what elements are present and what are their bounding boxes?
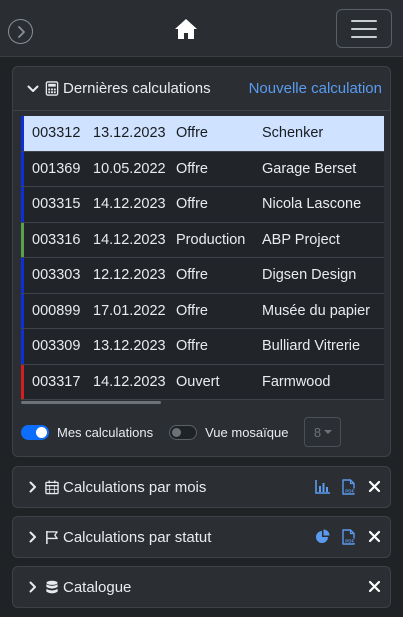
table-row[interactable]: 003303 12.12.2023 Offre Digsen Design <box>21 258 384 294</box>
panel-title: Calculations par statut <box>63 528 212 546</box>
calculation-number: 003303 <box>32 267 81 284</box>
home-icon[interactable] <box>174 18 198 40</box>
collapsed-panel-header[interactable]: Calculations par mois PDF <box>13 467 390 507</box>
calculation-date: 10.05.2022 <box>93 160 166 177</box>
status-indicator <box>21 258 24 293</box>
calculation-number: 003309 <box>32 338 81 355</box>
pdf-icon[interactable]: PDF <box>341 479 357 495</box>
calculation-number: 003316 <box>32 231 81 248</box>
hamburger-icon <box>351 19 377 22</box>
panel-title: Calculations par mois <box>63 478 207 496</box>
close-icon[interactable] <box>367 479 382 495</box>
panel-footer: Mes calculations Vue mosaïque 8 <box>21 417 384 447</box>
calculation-client: Digsen Design <box>262 267 357 284</box>
menu-toggle-button[interactable] <box>336 9 392 48</box>
flag-icon <box>46 530 58 544</box>
svg-text:PDF: PDF <box>345 539 354 544</box>
collapsed-panel: Catalogue <box>12 566 391 608</box>
svg-text:PDF: PDF <box>345 489 354 494</box>
table-row[interactable]: 003316 14.12.2023 Production ABP Project <box>21 222 384 258</box>
calculation-type: Offre <box>176 196 208 213</box>
pie-chart-icon[interactable] <box>315 529 331 545</box>
calculation-type: Production <box>176 231 246 248</box>
status-indicator <box>21 187 24 222</box>
panel-title: Catalogue <box>63 578 132 596</box>
calculation-number: 001369 <box>32 160 81 177</box>
calculation-client: ABP Project <box>262 231 340 248</box>
calculation-client: Garage Berset <box>262 160 357 177</box>
status-indicator <box>21 293 24 328</box>
status-indicator <box>21 329 24 364</box>
panel-actions: PDF <box>315 479 382 495</box>
top-navbar <box>0 0 403 57</box>
page-size-value: 8 <box>313 424 322 440</box>
pdf-icon[interactable]: PDF <box>341 529 357 545</box>
calculation-client: Bulliard Vitrerie <box>262 338 361 355</box>
calculation-date: 13.12.2023 <box>93 125 166 142</box>
status-indicator <box>21 364 24 399</box>
latest-calculations-header[interactable]: Dernières calculations Nouvelle calculat… <box>13 67 390 111</box>
status-indicator <box>21 222 24 257</box>
collapsed-panel-header[interactable]: Calculations par statut PDF <box>13 517 390 557</box>
table-row[interactable]: 003315 14.12.2023 Offre Nicola Lascone <box>21 187 384 223</box>
panel-actions <box>367 579 382 595</box>
calculation-number: 003312 <box>32 125 81 142</box>
calculation-date: 17.01.2022 <box>93 302 166 319</box>
calculation-type: Offre <box>176 267 208 284</box>
calculation-number: 003317 <box>32 373 81 390</box>
calculation-client: Farmwood <box>262 373 331 390</box>
table-row[interactable]: 001369 10.05.2022 Offre Garage Berset <box>21 151 384 187</box>
status-indicator <box>21 116 24 151</box>
table-row[interactable]: 003309 13.12.2023 Offre Bulliard Vitrerie <box>21 329 384 365</box>
my-calculations-toggle[interactable] <box>21 424 49 440</box>
calculation-date: 14.12.2023 <box>93 196 166 213</box>
calculation-number: 000899 <box>32 302 81 319</box>
calculation-date: 14.12.2023 <box>93 231 166 248</box>
calculation-number: 003315 <box>32 196 81 213</box>
new-calculation-link[interactable]: Nouvelle calculation <box>249 80 382 97</box>
collapsed-panel-header[interactable]: Catalogue <box>13 567 390 607</box>
status-indicator <box>21 151 24 186</box>
calculation-type: Offre <box>176 125 208 142</box>
my-calculations-label: Mes calculations <box>57 424 154 440</box>
chevron-right-icon <box>17 25 25 38</box>
expand-sidebar-button[interactable] <box>8 19 33 44</box>
chevron-right-icon[interactable] <box>27 481 39 493</box>
chevron-right-icon[interactable] <box>27 581 39 593</box>
table-row[interactable]: 000899 17.01.2022 Offre Musée du papier <box>21 293 384 329</box>
calculation-type: Ouvert <box>176 373 220 390</box>
table-row[interactable]: 003312 13.12.2023 Offre Schenker <box>21 116 384 152</box>
close-icon[interactable] <box>367 579 382 595</box>
calculation-client: Schenker <box>262 125 324 142</box>
database-icon <box>46 580 58 593</box>
table-row[interactable]: 003317 14.12.2023 Ouvert Farmwood <box>21 364 384 400</box>
chevron-down-icon[interactable] <box>27 83 39 95</box>
calculation-date: 14.12.2023 <box>93 373 166 390</box>
panel-title: Dernières calculations <box>63 80 211 97</box>
collapsed-panel: Calculations par statut PDF <box>12 516 391 558</box>
calculations-table: 003312 13.12.2023 Offre Schenker 001369 10.05… <box>21 116 384 404</box>
calculation-type: Offre <box>176 302 208 319</box>
calculation-client: Nicola Lascone <box>262 196 362 213</box>
caret-down-icon <box>324 430 333 434</box>
bar-chart-icon[interactable] <box>315 479 331 495</box>
mosaic-view-label: Vue mosaïque <box>205 424 289 440</box>
horizontal-scrollbar[interactable] <box>21 401 161 404</box>
calculation-type: Offre <box>176 160 208 177</box>
calculation-client: Musée du papier <box>262 302 371 319</box>
calendar-icon <box>45 480 59 494</box>
close-icon[interactable] <box>367 529 382 545</box>
calculator-icon <box>45 81 59 96</box>
page-size-select[interactable]: 8 <box>304 417 342 447</box>
collapsed-panel: Calculations par mois PDF <box>12 466 391 508</box>
calculation-type: Offre <box>176 338 208 355</box>
calculation-date: 13.12.2023 <box>93 338 166 355</box>
mosaic-view-toggle[interactable] <box>169 424 198 440</box>
latest-calculations-panel: Dernières calculations Nouvelle calculat… <box>12 66 391 457</box>
panel-actions: PDF <box>315 529 382 545</box>
calculation-date: 12.12.2023 <box>93 267 166 284</box>
chevron-right-icon[interactable] <box>27 531 39 543</box>
